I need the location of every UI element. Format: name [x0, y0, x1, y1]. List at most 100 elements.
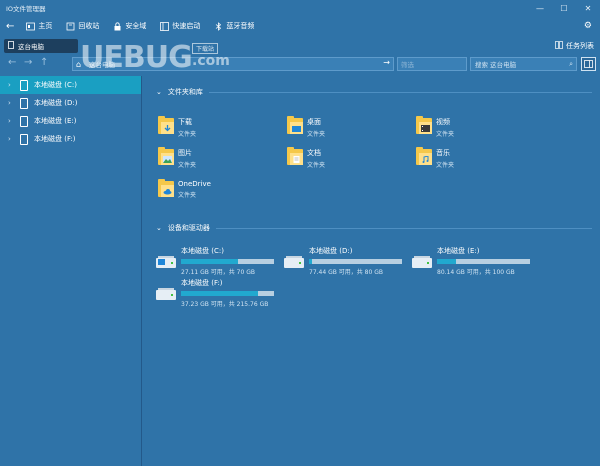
documents-folder-icon: [287, 147, 303, 165]
folder-name: 音乐: [436, 149, 450, 157]
drive-usage-bar: [181, 291, 274, 296]
sidebar-item-c[interactable]: › 本地磁盘 (C:): [0, 76, 141, 94]
drive-usage-bar: [309, 259, 402, 264]
nav-back-icon[interactable]: ←: [8, 57, 16, 68]
drive-name: 本地磁盘 (C:): [181, 247, 224, 255]
task-list-button[interactable]: 任务列表: [555, 41, 594, 51]
folder-name: 下载: [178, 118, 192, 126]
drive-space-info: 27.11 GB 可用，共 70 GB: [181, 269, 255, 276]
folder-downloads[interactable]: 下载 文件夹: [158, 116, 196, 138]
folder-videos[interactable]: 视频 文件夹: [416, 116, 454, 138]
folder-pictures[interactable]: 图片 文件夹: [158, 147, 196, 169]
close-button[interactable]: ✕: [576, 0, 600, 16]
settings-icon[interactable]: ⚙: [584, 21, 592, 31]
search-input[interactable]: 搜索 这台电脑 ⌕: [470, 57, 577, 71]
search-icon[interactable]: ⌕: [569, 60, 573, 69]
section-title: 设备和驱动器: [167, 224, 210, 232]
drive-d[interactable]: 本地磁盘 (D:) 77.44 GB 可用，共 80 GB: [284, 246, 402, 276]
pane-icon: [584, 60, 593, 68]
section-title: 文件夹和库: [167, 88, 203, 96]
chevron-down-icon[interactable]: ⌄: [156, 224, 162, 232]
drive-space-info: 77.44 GB 可用，共 80 GB: [309, 269, 383, 276]
quick-launch-button[interactable]: 快速启动: [160, 21, 200, 31]
drive-icon: [20, 115, 28, 127]
drive-e[interactable]: 本地磁盘 (E:) 80.14 GB 可用，共 100 GB: [412, 246, 530, 276]
folder-name: 桌面: [307, 118, 321, 126]
watermark-brand: UEBUG: [80, 40, 193, 75]
drive-space-info: 80.14 GB 可用，共 100 GB: [437, 269, 515, 276]
folder-name: 视频: [436, 118, 450, 126]
recycle-bin-button[interactable]: 回收站: [66, 21, 99, 31]
chevron-right-icon[interactable]: ›: [8, 117, 14, 125]
drive-c[interactable]: 本地磁盘 (C:) 27.11 GB 可用，共 70 GB: [156, 246, 274, 276]
main-content: ⌄ 文件夹和库 下载 文件夹 桌面 文件夹 视频 文件夹 图片 文件夹 文档 文件夹 音乐…: [148, 76, 600, 466]
sidebar-item-d[interactable]: › 本地磁盘 (D:): [0, 94, 141, 112]
sidebar-item-f[interactable]: › 本地磁盘 (F:): [0, 130, 141, 148]
nav-forward-icon[interactable]: →: [24, 57, 32, 68]
drive-usage-bar: [437, 259, 530, 264]
folder-type: 文件夹: [307, 131, 326, 138]
sidebar-item-label: 本地磁盘 (E:): [34, 117, 77, 125]
hard-drive-icon: [412, 256, 432, 268]
launch-icon: [160, 21, 170, 31]
sidebar: › 本地磁盘 (C:) › 本地磁盘 (D:) › 本地磁盘 (E:) › 本地…: [0, 76, 142, 466]
back-button[interactable]: ←: [6, 21, 14, 32]
sidebar-item-e[interactable]: › 本地磁盘 (E:): [0, 112, 141, 130]
quick-launch-label: 快速启动: [172, 22, 201, 30]
bluetooth-icon: [214, 21, 223, 31]
home-button[interactable]: 主页: [26, 21, 52, 31]
folder-type: 文件夹: [178, 192, 197, 199]
secure-domain-label: 安全域: [125, 22, 147, 30]
bluetooth-audio-button[interactable]: 蓝牙音频: [214, 21, 254, 31]
chevron-right-icon[interactable]: ›: [8, 81, 14, 89]
folder-music[interactable]: 音乐 文件夹: [416, 147, 454, 169]
chevron-right-icon[interactable]: ›: [8, 99, 14, 107]
folder-onedrive[interactable]: OneDrive 文件夹: [158, 179, 211, 199]
bluetooth-audio-label: 蓝牙音频: [226, 22, 255, 30]
hard-drive-icon: [284, 256, 304, 268]
toggle-pane-button[interactable]: [581, 57, 596, 71]
drive-f[interactable]: 本地磁盘 (F:) 37.23 GB 可用，共 215.76 GB: [156, 278, 274, 308]
minimize-button[interactable]: —: [528, 0, 552, 16]
toolbar: ← 主页 回收站 安全域 快速启动 蓝牙音频 ⚙: [0, 16, 600, 36]
folder-type: 文件夹: [178, 131, 197, 138]
pictures-folder-icon: [158, 147, 174, 165]
drive-usage-fill: [181, 259, 238, 264]
folder-type: 文件夹: [436, 131, 455, 138]
watermark-domain: .com: [192, 53, 230, 69]
drive-name: 本地磁盘 (D:): [309, 247, 353, 255]
folder-documents[interactable]: 文档 文件夹: [287, 147, 325, 169]
drive-usage-bar: [181, 259, 274, 264]
drive-space-info: 37.23 GB 可用，共 215.76 GB: [181, 301, 269, 308]
drive-usage-fill: [181, 291, 259, 296]
sidebar-item-label: 本地磁盘 (F:): [34, 135, 76, 143]
divider: [215, 227, 592, 229]
filter-input[interactable]: 筛选: [397, 57, 467, 71]
home-label: 主页: [38, 22, 53, 30]
chevron-down-icon[interactable]: ⌄: [156, 88, 162, 96]
folder-type: 文件夹: [307, 162, 326, 169]
recycle-bin-label: 回收站: [78, 22, 100, 30]
videos-folder-icon: [416, 116, 432, 134]
tab-this-pc[interactable]: 这台电脑: [4, 39, 78, 53]
drive-usage-fill: [437, 259, 456, 264]
drive-icon: [20, 79, 28, 91]
watermark: UEBUG 下载站 .com: [80, 40, 230, 75]
music-folder-icon: [416, 147, 432, 165]
window-title: IO文件管理器: [6, 5, 46, 13]
system-drive-icon: [156, 256, 176, 268]
go-arrow-icon[interactable]: →: [383, 58, 390, 67]
drive-name: 本地磁盘 (F:): [181, 279, 223, 287]
title-bar: IO文件管理器 — ☐ ✕: [0, 0, 600, 16]
folder-name: 文档: [307, 149, 321, 157]
secure-domain-button[interactable]: 安全域: [113, 21, 146, 31]
chevron-right-icon[interactable]: ›: [8, 135, 14, 143]
maximize-button[interactable]: ☐: [552, 0, 576, 16]
task-list-label: 任务列表: [566, 42, 594, 50]
section-header-libraries[interactable]: ⌄ 文件夹和库: [156, 87, 592, 97]
hard-drive-icon: [156, 288, 176, 300]
this-pc-icon: [8, 41, 14, 51]
nav-up-icon[interactable]: ↑: [40, 57, 48, 68]
section-header-devices[interactable]: ⌄ 设备和驱动器: [156, 223, 592, 233]
folder-desktop[interactable]: 桌面 文件夹: [287, 116, 325, 138]
